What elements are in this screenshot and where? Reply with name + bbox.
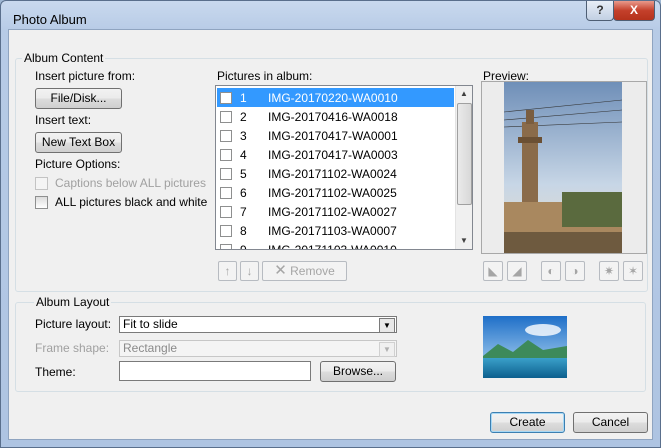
black-white-checkbox[interactable]: [35, 196, 48, 209]
cancel-button[interactable]: Cancel: [573, 412, 648, 433]
picture-checkbox[interactable]: [220, 225, 232, 237]
picture-checkbox[interactable]: [220, 168, 232, 180]
arrow-down-icon: ↓: [246, 264, 253, 278]
mosque-photo: [503, 82, 623, 253]
less-contrast-icon: ◑: [571, 264, 579, 278]
new-text-box-button[interactable]: New Text Box: [35, 132, 122, 153]
picture-number: 9: [240, 243, 247, 250]
more-contrast-button[interactable]: ◐: [541, 261, 561, 281]
picture-number: 8: [240, 224, 247, 238]
picture-number: 3: [240, 129, 247, 143]
black-white-label: ALL pictures black and white: [55, 195, 208, 209]
frame-shape-select[interactable]: Rectangle ▼: [119, 340, 397, 357]
picture-name: IMG-20171102-WA0025: [268, 186, 397, 200]
picture-number: 1: [240, 91, 247, 105]
picture-layout-value: Fit to slide: [123, 317, 178, 331]
picture-layout-select[interactable]: Fit to slide ▼: [119, 316, 397, 333]
list-item[interactable]: 5 IMG-20171102-WA0024: [217, 164, 454, 183]
arrow-up-icon: ↑: [224, 264, 231, 278]
picture-number: 2: [240, 110, 247, 124]
picture-number: 7: [240, 205, 247, 219]
list-item[interactable]: 2 IMG-20170416-WA0018: [217, 107, 454, 126]
captions-label: Captions below ALL pictures: [55, 176, 206, 190]
more-contrast-icon: ◐: [547, 264, 555, 278]
list-scrollbar[interactable]: ▲ ▼: [455, 86, 472, 249]
picture-number: 5: [240, 167, 247, 181]
browse-button[interactable]: Browse...: [320, 361, 396, 382]
theme-input[interactable]: [119, 361, 311, 381]
scroll-down-icon[interactable]: ▼: [456, 233, 472, 249]
picture-number: 6: [240, 186, 247, 200]
remove-x-icon: ✕: [274, 262, 287, 279]
list-item[interactable]: 3 IMG-20170417-WA0001: [217, 126, 454, 145]
chevron-down-icon[interactable]: ▼: [379, 342, 395, 357]
list-item[interactable]: 9 IMG-20171103-WA0010: [217, 240, 454, 250]
rotate-right-button[interactable]: ◢: [507, 261, 527, 281]
less-brightness-button[interactable]: ✶: [623, 261, 643, 281]
rotate-left-icon: ◣: [488, 264, 498, 278]
theme-label: Theme:: [35, 365, 76, 379]
help-button[interactable]: ?: [586, 1, 614, 21]
remove-button[interactable]: ✕ Remove: [262, 261, 347, 281]
insert-picture-label: Insert picture from:: [35, 69, 136, 83]
list-item[interactable]: 7 IMG-20171102-WA0027: [217, 202, 454, 221]
captions-checkbox[interactable]: [35, 177, 48, 190]
picture-name: IMG-20171102-WA0024: [268, 167, 397, 181]
picture-layout-label: Picture layout:: [35, 317, 112, 331]
picture-checkbox[interactable]: [220, 92, 232, 104]
picture-name: IMG-20170416-WA0018: [268, 110, 398, 124]
create-button[interactable]: Create: [490, 412, 565, 433]
chevron-down-icon[interactable]: ▼: [379, 318, 395, 333]
less-brightness-icon: ✶: [627, 264, 639, 278]
layout-preview-thumbnail: [483, 316, 567, 378]
less-contrast-button[interactable]: ◑: [565, 261, 585, 281]
picture-name: IMG-20171103-WA0007: [268, 224, 397, 238]
more-brightness-button[interactable]: ✷: [599, 261, 619, 281]
rotate-left-button[interactable]: ◣: [483, 261, 503, 281]
picture-checkbox[interactable]: [220, 111, 232, 123]
pictures-list[interactable]: 9 IMG-20171103-WA0010 8 IMG-20171103-WA0007…: [215, 85, 473, 250]
more-brightness-icon: ✷: [603, 264, 615, 278]
picture-checkbox[interactable]: [220, 244, 232, 249]
picture-checkbox[interactable]: [220, 130, 232, 142]
scroll-thumb[interactable]: [457, 103, 472, 205]
picture-number: 4: [240, 148, 247, 162]
landscape-thumbnail: [483, 316, 567, 378]
move-up-button[interactable]: ↑: [218, 261, 237, 281]
picture-checkbox[interactable]: [220, 187, 232, 199]
list-item[interactable]: 1 IMG-20170220-WA0010: [217, 88, 454, 107]
picture-name: IMG-20171103-WA0010: [268, 243, 397, 250]
list-item[interactable]: 6 IMG-20171102-WA0025: [217, 183, 454, 202]
album-content-legend: Album Content: [22, 51, 106, 65]
close-button[interactable]: X: [613, 1, 655, 21]
move-down-button[interactable]: ↓: [240, 261, 259, 281]
picture-name: IMG-20170417-WA0001: [268, 129, 398, 143]
insert-text-label: Insert text:: [35, 113, 92, 127]
picture-options-label: Picture Options:: [35, 157, 121, 171]
frame-shape-value: Rectangle: [123, 341, 178, 355]
picture-name: IMG-20170417-WA0003: [268, 148, 398, 162]
album-layout-legend: Album Layout: [34, 295, 112, 309]
window-title: Photo Album: [13, 12, 87, 27]
list-item[interactable]: 8 IMG-20171103-WA0007: [217, 221, 454, 240]
file-disk-button[interactable]: File/Disk...: [35, 88, 122, 109]
scroll-up-icon[interactable]: ▲: [456, 86, 472, 102]
frame-shape-label: Frame shape:: [35, 341, 110, 355]
preview-image: [481, 81, 647, 254]
rotate-right-icon: ◢: [512, 264, 522, 278]
list-item[interactable]: 4 IMG-20170417-WA0003: [217, 145, 454, 164]
picture-name: IMG-20171102-WA0027: [268, 205, 397, 219]
pictures-in-album-label: Pictures in album:: [217, 69, 313, 83]
picture-checkbox[interactable]: [220, 149, 232, 161]
picture-name: IMG-20170220-WA0010: [268, 91, 398, 105]
remove-label: Remove: [290, 264, 335, 278]
picture-checkbox[interactable]: [220, 206, 232, 218]
